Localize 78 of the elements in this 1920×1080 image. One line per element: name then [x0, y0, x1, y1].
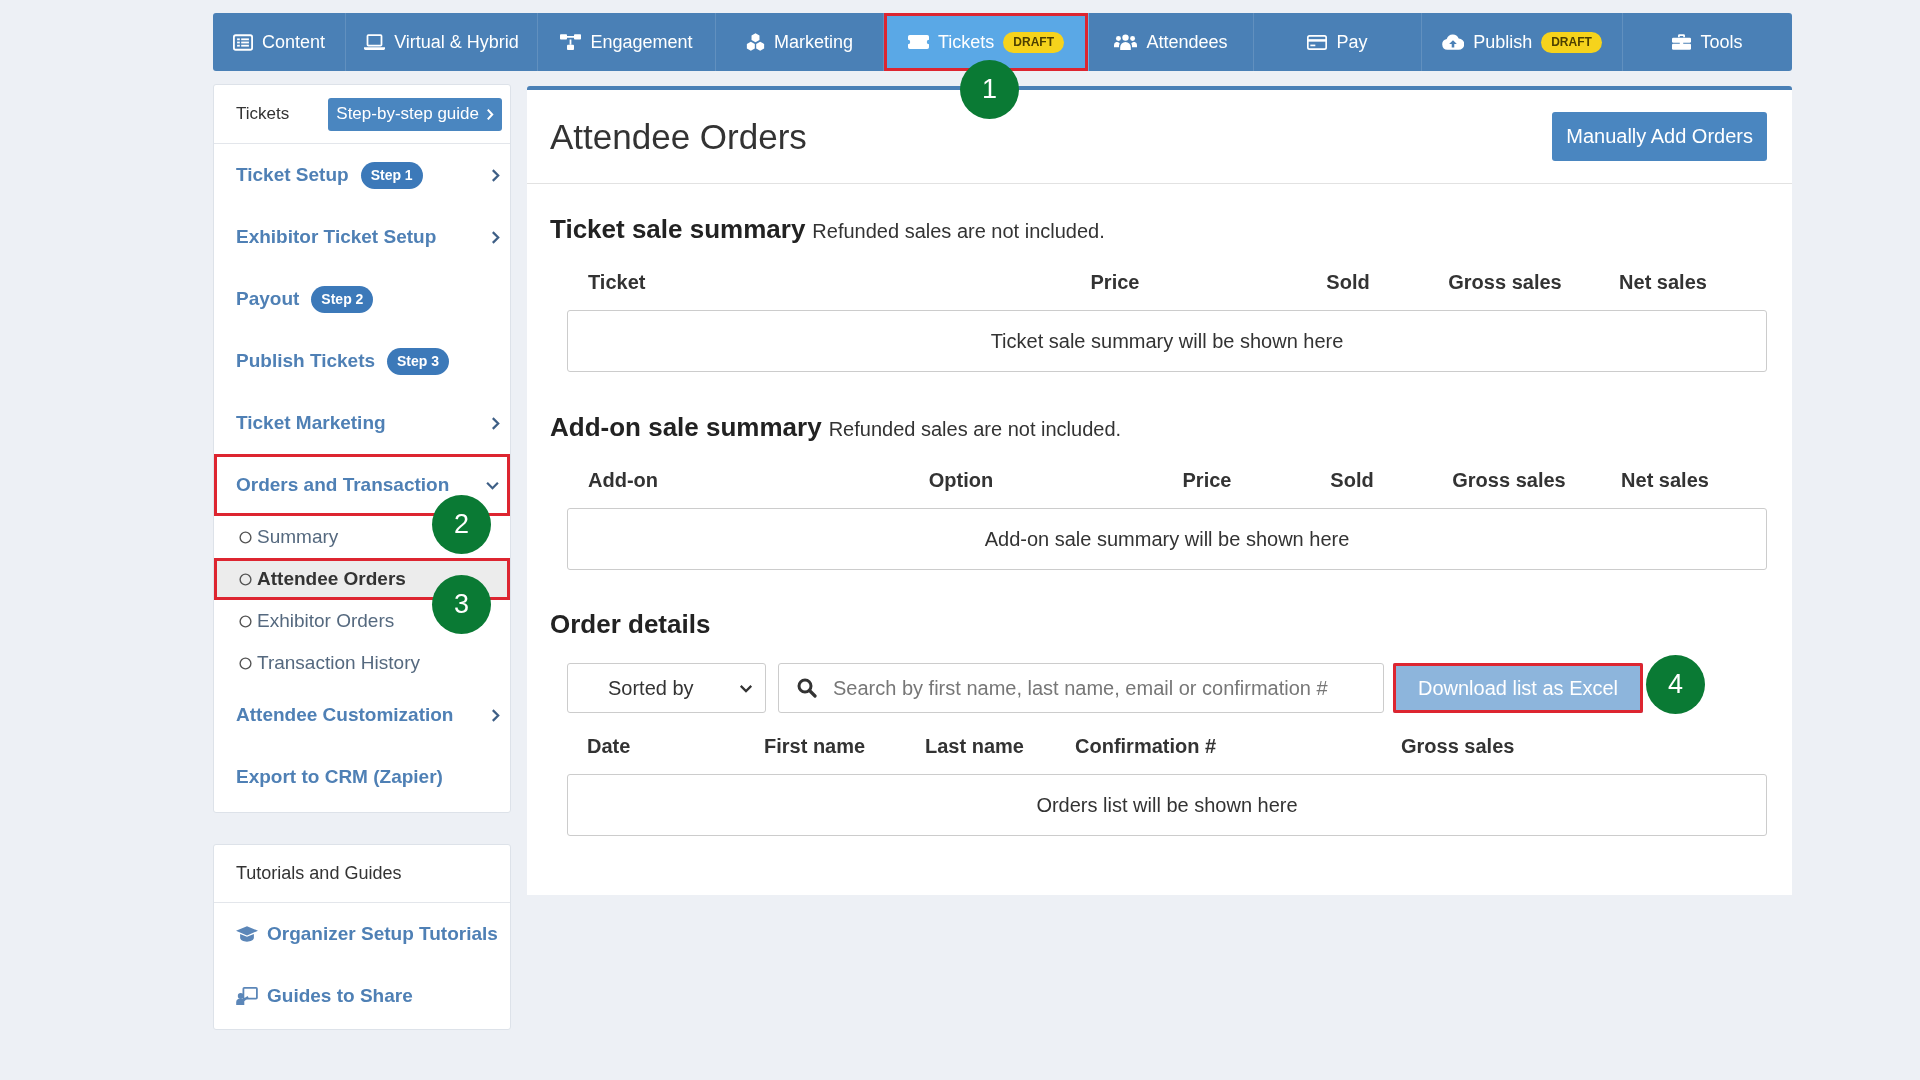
search-input[interactable]: Search by first name, last name, email or confirmation # — [833, 676, 1383, 700]
section-title: Order details — [550, 609, 711, 640]
nav-tab[interactable]: Virtual & Hybrid — [346, 13, 538, 71]
laptop-icon — [364, 34, 386, 50]
search-field[interactable]: Search by first name, last name, email or confirmation # — [778, 663, 1384, 713]
circle-icon — [239, 656, 252, 670]
chevron-down-icon — [739, 683, 753, 693]
sidebar-link[interactable]: Ticket Setup Step 1 — [214, 144, 510, 206]
column-header: Last name — [925, 734, 1025, 758]
network-icon — [560, 34, 582, 50]
sidebar-link[interactable]: Export to CRM (Zapier) — [214, 746, 510, 808]
section-title: Ticket sale summary — [550, 214, 806, 245]
page-title: Attendee Orders — [550, 116, 807, 157]
draft-badge: DRAFT — [1541, 31, 1602, 53]
tutorials-title: Tutorials and Guides — [236, 863, 402, 884]
column-header: Add-on — [587, 468, 659, 492]
sidebar-link[interactable]: Payout Step 2 — [214, 268, 510, 330]
column-header: Gross sales — [1451, 468, 1567, 492]
nav-tab[interactable]: Publish DRAFT — [1422, 13, 1623, 71]
sidebar-link[interactable]: Publish Tickets Step 3 — [214, 330, 510, 392]
guide-button[interactable]: Step-by-step guide — [328, 97, 502, 131]
tutorial-link[interactable]: Organizer Setup Tutorials — [214, 903, 510, 965]
column-header: Sold — [1329, 468, 1375, 492]
search-icon — [797, 678, 817, 698]
column-header: Net sales — [1618, 270, 1708, 294]
nav-tab[interactable]: Attendees — [1089, 13, 1254, 71]
section-note: Refunded sales are not included. — [812, 220, 1105, 243]
column-header: Net sales — [1620, 468, 1710, 492]
add-orders-button[interactable]: Manually Add Orders — [1552, 112, 1767, 161]
empty-table-message: Ticket sale summary will be shown here — [567, 310, 1767, 372]
credit-card-icon — [1307, 34, 1328, 50]
annotation-marker: 4 — [1646, 655, 1705, 714]
sidebar-title: Tickets — [236, 104, 290, 124]
circle-icon — [239, 572, 252, 586]
graduation-cap-icon — [236, 926, 258, 942]
chevron-right-icon — [486, 107, 494, 121]
sidebar-subitem[interactable]: Transaction History — [239, 648, 420, 678]
empty-table-message: Orders list will be shown here — [567, 774, 1767, 836]
tutorial-link[interactable]: Guides to Share — [214, 965, 510, 1027]
empty-table-message: Add-on sale summary will be shown here — [567, 508, 1767, 570]
annotation-marker: 3 — [432, 575, 491, 634]
nav-tab[interactable]: Pay — [1254, 13, 1422, 71]
column-header: Date — [586, 734, 632, 758]
ticket-icon — [908, 35, 929, 49]
column-header: Price — [1181, 468, 1233, 492]
nav-tab[interactable]: Tickets DRAFT — [884, 13, 1089, 71]
circle-icon — [239, 530, 252, 544]
cubes-icon — [746, 33, 765, 51]
column-header: Price — [1089, 270, 1141, 294]
chalkboard-teacher-icon — [236, 987, 258, 1005]
section-note: Refunded sales are not included. — [828, 418, 1122, 441]
sidebar-subitem[interactable]: Summary — [239, 522, 339, 552]
circle-icon — [239, 614, 252, 628]
column-header: First name — [764, 734, 867, 758]
column-header: Sold — [1325, 270, 1371, 294]
users-icon — [1114, 34, 1138, 50]
nav-tab[interactable]: Tools — [1623, 13, 1792, 71]
list-icon — [232, 33, 253, 51]
column-header: Ticket — [587, 270, 647, 294]
sidebar-link[interactable]: Exhibitor Ticket Setup — [214, 206, 510, 268]
column-header: Gross sales — [1401, 734, 1516, 758]
step-badge: Step 2 — [311, 285, 374, 313]
column-header: Option — [927, 468, 995, 492]
nav-tab[interactable]: Engagement — [538, 13, 716, 71]
sort-dropdown[interactable]: Sorted by — [567, 663, 766, 713]
section-title: Add-on sale summary — [550, 412, 822, 443]
step-badge: Step 1 — [360, 161, 423, 189]
cloud-upload-icon — [1442, 34, 1465, 50]
column-header: Confirmation # — [1075, 734, 1218, 758]
draft-badge: DRAFT — [1003, 31, 1064, 53]
nav-tab[interactable]: Content — [213, 13, 346, 71]
toolbox-icon — [1672, 34, 1692, 50]
step-badge: Step 3 — [387, 347, 450, 375]
sidebar-link[interactable]: Attendee Customization — [214, 684, 510, 746]
sidebar-subitem[interactable]: Exhibitor Orders — [239, 606, 395, 636]
sidebar-link[interactable]: Ticket Marketing — [214, 392, 510, 454]
annotation-marker: 2 — [432, 495, 491, 554]
column-header: Gross sales — [1447, 270, 1563, 294]
